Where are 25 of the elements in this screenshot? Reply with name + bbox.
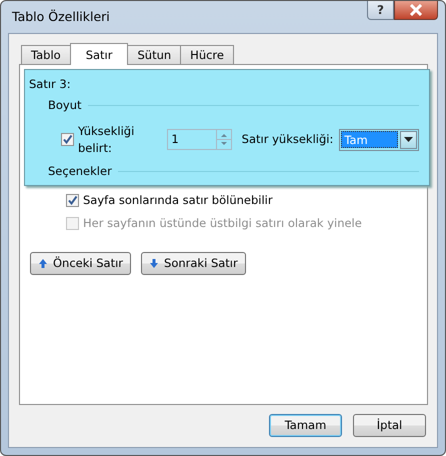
ok-button[interactable]: Tamam [269, 414, 342, 437]
row-label: Satır 3: [29, 76, 71, 93]
checkbox-label: Her sayfanın üstünde üstbilgi satırı olarak yinele [83, 214, 362, 232]
field-label: Satır yüksekliği: [242, 131, 334, 148]
navigation-button[interactable]: Önceki Satır [30, 252, 132, 275]
checkbox-label: Sayfa sonlarında satır bölünebilir [83, 192, 273, 210]
tab[interactable]: Satır [70, 43, 128, 65]
up-arrow-icon [38, 258, 48, 269]
help-button[interactable]: ? [367, 1, 394, 20]
checkbox[interactable] [61, 133, 74, 146]
tab[interactable]: Sütun [127, 45, 182, 64]
spinner-icon [216, 130, 231, 150]
close-button[interactable] [394, 1, 438, 20]
section-heading: Seçenekler [48, 163, 112, 180]
height-input-field[interactable]: 1 [167, 129, 232, 150]
checkbox[interactable] [66, 194, 79, 208]
checkbox-label: Yüksekliği belirt: [78, 122, 136, 157]
down-arrow-icon [149, 258, 160, 269]
tab[interactable]: Hücre [180, 45, 234, 64]
navigation-button[interactable]: Sonraki Satır [141, 252, 246, 275]
cancel-button[interactable]: İptal [353, 414, 426, 437]
window-title: Tablo Özellikleri [11, 8, 110, 26]
tab[interactable]: Tablo [21, 45, 71, 64]
section-heading: Boyut [48, 97, 82, 114]
close-icon [409, 4, 423, 16]
